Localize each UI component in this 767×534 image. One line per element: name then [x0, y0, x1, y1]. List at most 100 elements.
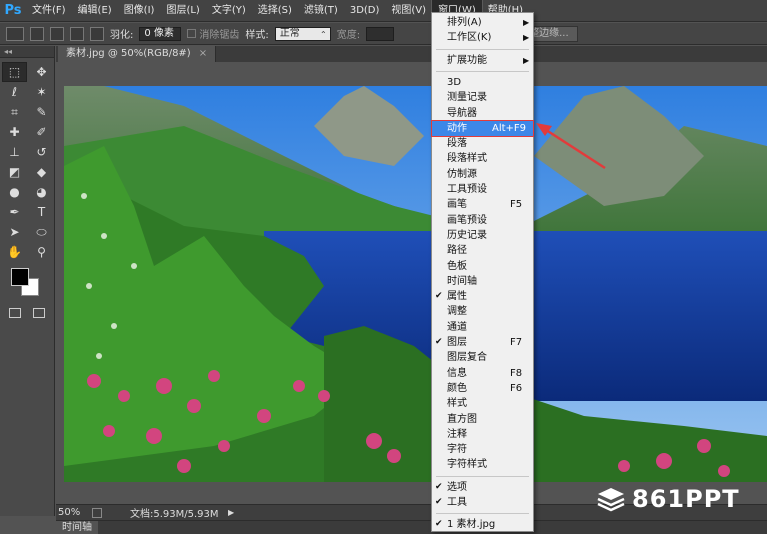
shortcut-label: F5: [510, 199, 523, 211]
window-menu-item[interactable]: 段落: [432, 136, 533, 151]
shape-tool-icon[interactable]: ⬭: [29, 222, 54, 242]
marquee-preset-icon[interactable]: [6, 26, 24, 41]
intersect-selection-icon[interactable]: [90, 26, 104, 41]
window-menu-item[interactable]: 颜色 F6: [432, 381, 533, 396]
window-menu-item[interactable]: 色板: [432, 259, 533, 274]
healing-tool-icon[interactable]: ✚: [2, 122, 27, 142]
window-menu-item-label: 工作区(K): [447, 32, 492, 44]
zoom-level[interactable]: 50%: [56, 507, 92, 518]
pen-tool-icon[interactable]: ✒: [2, 202, 27, 222]
window-menu-item[interactable]: 动作 Alt+F9: [431, 119, 534, 137]
window-menu-item[interactable]: 时间轴: [432, 274, 533, 289]
new-selection-icon[interactable]: [30, 26, 44, 41]
menu-3[interactable]: 图层(L): [160, 0, 205, 22]
window-menu-item-label: 导航器: [447, 107, 477, 119]
window-menu-item[interactable]: 注释: [432, 427, 533, 442]
antialias-label: 消除锯齿: [199, 30, 240, 41]
menu-7[interactable]: 3D(D): [344, 0, 386, 22]
window-menu-item[interactable]: ✔ 属性: [432, 289, 533, 304]
type-tool-icon[interactable]: T: [29, 202, 54, 222]
paint-bucket-tool-icon[interactable]: ◆: [29, 162, 54, 182]
window-menu-item[interactable]: 字符样式: [432, 457, 533, 472]
menu-5[interactable]: 选择(S): [252, 0, 298, 22]
hand-tool-icon[interactable]: ✋: [2, 242, 27, 262]
window-menu-item[interactable]: 段落样式: [432, 151, 533, 166]
landscape-photo: [64, 86, 767, 482]
menu-8[interactable]: 视图(V): [385, 0, 432, 22]
window-menu-item[interactable]: 字符: [432, 442, 533, 457]
screen-mode-icon[interactable]: [33, 308, 45, 318]
magic-wand-tool-icon[interactable]: ✶: [29, 82, 54, 102]
blur-tool-icon[interactable]: ●: [2, 182, 27, 202]
window-menu-item-label: 色板: [447, 260, 467, 272]
eraser-tool-icon[interactable]: ◩: [2, 162, 27, 182]
window-menu-item[interactable]: ✔ 选项: [432, 480, 533, 495]
window-menu-item[interactable]: 画笔 F5: [432, 197, 533, 212]
window-menu-item[interactable]: 测量记录: [432, 90, 533, 105]
window-menu-item[interactable]: ✔ 1 素材.jpg: [432, 517, 533, 532]
window-menu-item[interactable]: 导航器: [432, 106, 533, 121]
subtract-selection-icon[interactable]: [70, 26, 84, 41]
window-menu-item[interactable]: 路径: [432, 243, 533, 258]
window-menu-item[interactable]: 样式: [432, 396, 533, 411]
window-menu-item-label: 时间轴: [447, 275, 477, 287]
style-select[interactable]: 正常: [274, 26, 331, 41]
lasso-tool-icon[interactable]: ℓ: [2, 82, 27, 102]
zoom-tool-icon[interactable]: ⚲: [29, 242, 54, 262]
status-menu-arrow-icon[interactable]: ▶: [228, 508, 234, 517]
window-menu-item-label: 动作: [447, 122, 467, 134]
window-menu-item[interactable]: ✔ 工具: [432, 495, 533, 510]
submenu-arrow-icon: ▶: [523, 18, 530, 27]
menu-2[interactable]: 图像(I): [118, 0, 161, 22]
timeline-tab-label[interactable]: 时间轴: [56, 521, 98, 534]
menu-0[interactable]: 文件(F): [26, 0, 72, 22]
window-menu-item[interactable]: ✔ 图层 F7: [432, 335, 533, 350]
width-label: 宽度:: [336, 30, 361, 41]
antialias-checkbox[interactable]: 消除锯齿: [187, 26, 239, 41]
quick-mask-icon[interactable]: [9, 308, 21, 318]
document-tab[interactable]: 素材.jpg @ 50%(RGB/8#) ×: [58, 46, 217, 62]
path-selection-tool-icon[interactable]: ➤: [2, 222, 27, 242]
window-menu-item[interactable]: 历史记录: [432, 228, 533, 243]
window-menu-item[interactable]: 调整: [432, 304, 533, 319]
window-menu-dropdown: 排列(A) ▶ 工作区(K) ▶ 扩展功能 ▶ 3D 测量记录 导航器 动作 Alt+F9 段落 段落样…: [431, 12, 534, 532]
window-menu-item[interactable]: 画笔预设: [432, 213, 533, 228]
window-menu-item[interactable]: 排列(A) ▶: [432, 15, 533, 30]
close-icon[interactable]: ×: [199, 48, 207, 59]
window-menu-item[interactable]: 工具预设: [432, 182, 533, 197]
menu-4[interactable]: 文字(Y): [206, 0, 252, 22]
clone-stamp-tool-icon[interactable]: ⊥: [2, 142, 27, 162]
watermark-logo: 861PPT: [596, 484, 740, 514]
menu-separator: [436, 475, 529, 477]
history-brush-tool-icon[interactable]: ↺: [29, 142, 54, 162]
menu-6[interactable]: 滤镜(T): [298, 0, 344, 22]
add-selection-icon[interactable]: [50, 26, 64, 41]
menu-1[interactable]: 编辑(E): [72, 0, 118, 22]
submenu-arrow-icon: ▶: [523, 55, 530, 65]
window-menu-item[interactable]: 图层复合: [432, 350, 533, 365]
menu-bar: Ps 文件(F) 编辑(E) 图像(I) 图层(L) 文字(Y) 选择(S) 滤镜(T) 3D…: [0, 0, 767, 23]
window-menu-item-label: 画笔: [447, 199, 467, 211]
crop-tool-icon[interactable]: ⌗: [2, 102, 27, 122]
status-export-icon[interactable]: [92, 507, 102, 518]
window-menu-item-label: 属性: [447, 291, 467, 303]
window-menu-item[interactable]: 通道: [432, 320, 533, 335]
window-menu-item[interactable]: 信息 F8: [432, 366, 533, 381]
foreground-color-swatch[interactable]: [11, 268, 29, 286]
canvas-area[interactable]: [56, 62, 767, 504]
marquee-tool-icon[interactable]: ⬚: [2, 62, 27, 82]
window-menu-item[interactable]: 直方图: [432, 412, 533, 427]
window-menu-item[interactable]: 工作区(K) ▶: [432, 30, 533, 45]
window-menu-item[interactable]: 扩展功能 ▶: [432, 53, 533, 68]
eyedropper-tool-icon[interactable]: ✎: [29, 102, 54, 122]
window-menu-item-label: 3D: [447, 76, 462, 88]
dodge-tool-icon[interactable]: ◕: [29, 182, 54, 202]
window-menu-item[interactable]: 仿制源: [432, 167, 533, 182]
toolbox-grip[interactable]: ◂◂: [0, 46, 54, 58]
move-tool-icon[interactable]: ✥: [29, 62, 54, 82]
brush-tool-icon[interactable]: ✐: [29, 122, 54, 142]
width-input[interactable]: [366, 26, 395, 41]
feather-label: 羽化:: [110, 30, 134, 41]
feather-input[interactable]: 0 像素: [139, 26, 182, 41]
window-menu-item[interactable]: 3D: [432, 75, 533, 90]
